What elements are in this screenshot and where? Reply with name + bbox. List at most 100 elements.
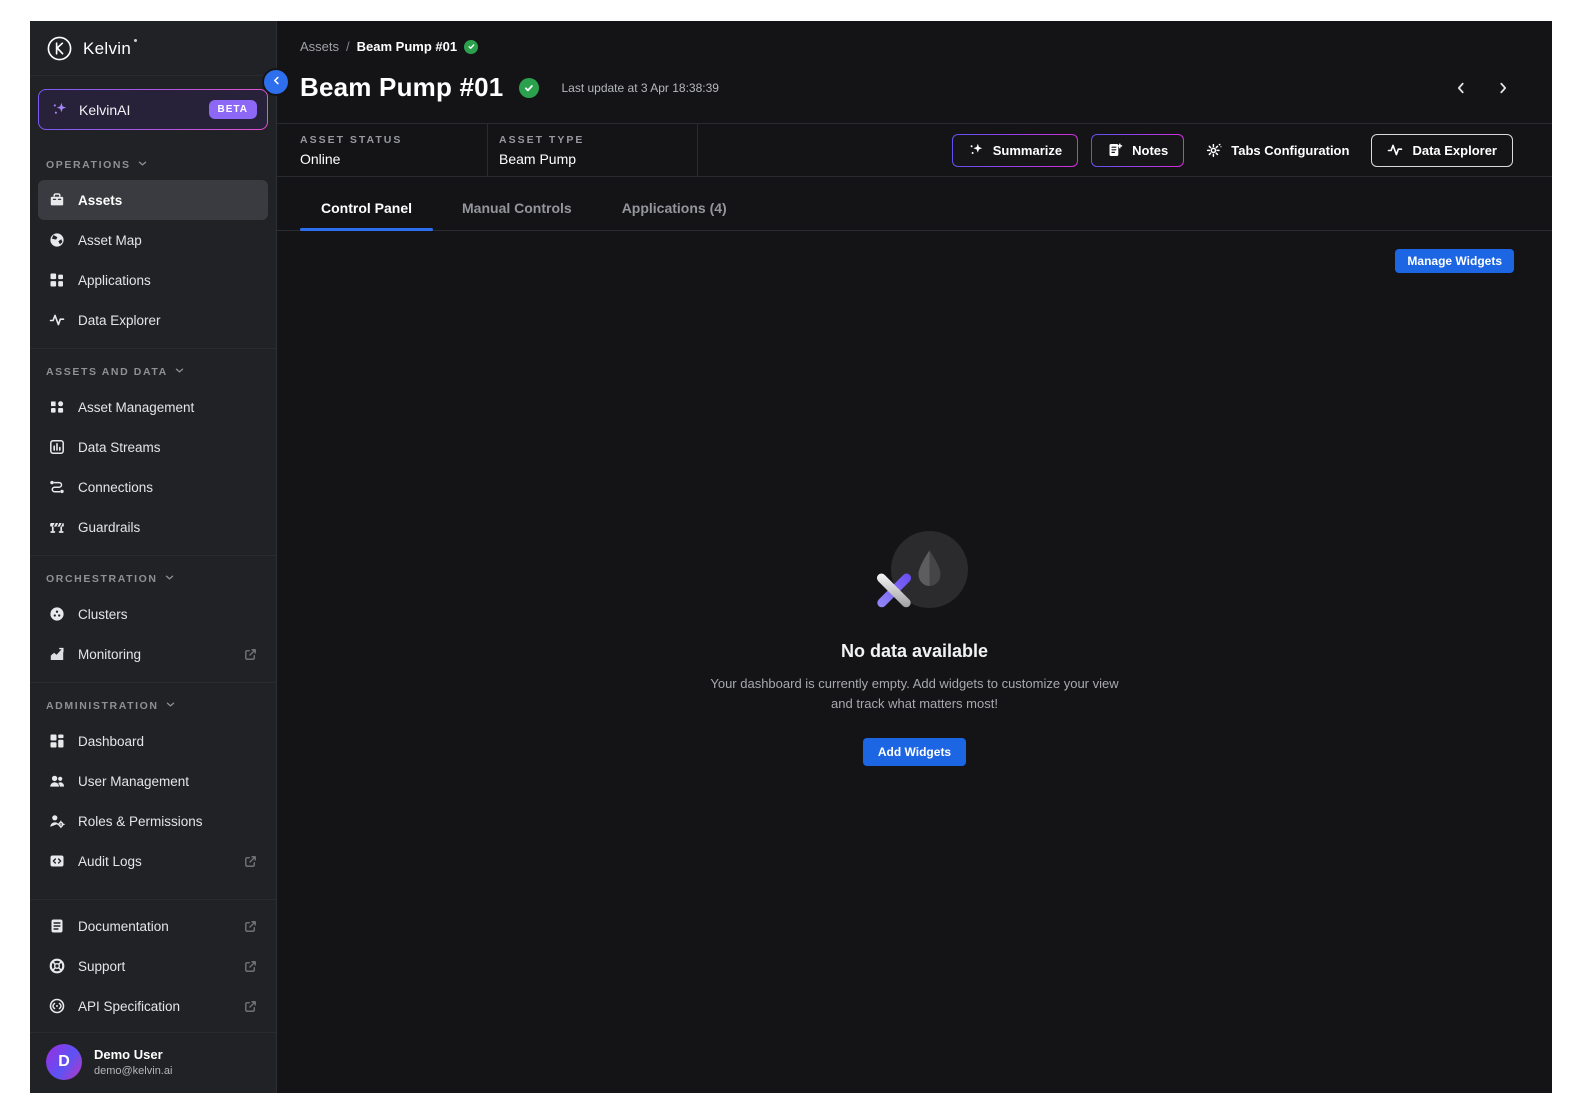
external-link-icon	[243, 959, 258, 974]
sparkle-icon	[51, 101, 68, 118]
add-widgets-button[interactable]: Add Widgets	[863, 738, 966, 766]
breadcrumb-separator: /	[346, 39, 350, 54]
nav-section-label: OPERATIONS	[46, 159, 131, 171]
users-icon	[48, 773, 65, 790]
sidebar: Kelvin KelvinAI BETA OPERATIONS Assets Ass…	[30, 21, 277, 1093]
sidebar-collapse-button[interactable]	[264, 70, 288, 94]
role-gear-icon	[48, 813, 65, 830]
status-field: ASSET STATUSOnline	[277, 124, 488, 176]
tab-content: Manage Widgets No data available	[277, 231, 1552, 1093]
sidebar-item-label: Data Explorer	[78, 313, 258, 328]
sidebar-item-label: Documentation	[78, 919, 230, 934]
asset-pager	[1452, 79, 1512, 97]
globe-icon	[48, 232, 65, 249]
sidebar-item-data-explorer[interactable]: Data Explorer	[38, 300, 268, 340]
dashboard-icon	[48, 733, 65, 750]
sidebar-item-label: KelvinAI	[79, 102, 198, 118]
breadcrumb-assets-link[interactable]: Assets	[300, 39, 339, 54]
summarize-button[interactable]: Summarize	[952, 134, 1078, 167]
brand-logo[interactable]: Kelvin	[30, 21, 276, 76]
nav-section-label: ASSETS AND DATA	[46, 366, 168, 378]
sidebar-item-connections[interactable]: Connections	[38, 467, 268, 507]
monitoring-icon	[48, 646, 65, 663]
empty-state: No data available Your dashboard is curr…	[655, 531, 1175, 766]
kelvin-logo-icon	[46, 35, 73, 62]
external-link-icon	[243, 647, 258, 662]
sidebar-item-label: Support	[78, 959, 230, 974]
sidebar-item-label: API Specification	[78, 999, 230, 1014]
page-header: Beam Pump #01 Last update at 3 Apr 18:38…	[277, 54, 1552, 103]
sidebar-spacer	[30, 889, 276, 899]
sidebar-item-asset-map[interactable]: Asset Map	[38, 220, 268, 260]
apps-icon	[48, 272, 65, 289]
audit-icon	[48, 853, 65, 870]
sidebar-item-assets[interactable]: Assets	[38, 180, 268, 220]
tabs-configuration-button[interactable]: Tabs Configuration	[1197, 134, 1358, 167]
external-link-icon	[243, 854, 258, 869]
page-title: Beam Pump #01	[300, 72, 503, 103]
no-data-icon	[865, 531, 965, 615]
main-area: Assets / Beam Pump #01 Beam Pump #01 Las…	[277, 21, 1552, 1093]
button-label: Tabs Configuration	[1231, 143, 1349, 158]
sidebar-item-clusters[interactable]: Clusters	[38, 594, 268, 634]
sidebar-item-label: Clusters	[78, 607, 258, 622]
previous-asset-button[interactable]	[1452, 79, 1470, 97]
sidebar-footer: Documentation Support API Specification	[30, 899, 276, 1032]
waveform-icon	[1387, 142, 1403, 158]
tab-applications-4-[interactable]: Applications (4)	[601, 191, 748, 230]
guardrails-icon	[48, 519, 65, 536]
nav-section-header[interactable]: ORCHESTRATION	[30, 560, 276, 594]
sidebar-item-monitoring[interactable]: Monitoring	[38, 634, 268, 674]
empty-state-description: Your dashboard is currently empty. Add w…	[655, 674, 1175, 714]
nav-section-header[interactable]: ADMINISTRATION	[30, 687, 276, 721]
chevron-left-icon	[271, 73, 282, 91]
sidebar-item-label: Assets	[78, 193, 258, 208]
sidebar-item-roles-permissions[interactable]: Roles & Permissions	[38, 801, 268, 841]
avatar: D	[46, 1044, 82, 1080]
waveform-icon	[48, 312, 65, 329]
tab-manual-controls[interactable]: Manual Controls	[441, 191, 593, 230]
nav-section: OPERATIONS Assets Asset MapApplications Dat…	[30, 142, 276, 348]
sidebar-item-label: Audit Logs	[78, 854, 230, 869]
external-link-icon	[243, 999, 258, 1014]
user-email: demo@kelvin.ai	[94, 1065, 172, 1077]
sidebar-item-user-management[interactable]: User Management	[38, 761, 268, 801]
sidebar-item-guardrails[interactable]: Guardrails	[38, 507, 268, 547]
notes-button[interactable]: Notes	[1091, 134, 1184, 167]
user-name: Demo User	[94, 1047, 172, 1062]
sidebar-item-kelvinai[interactable]: KelvinAI BETA	[38, 89, 268, 130]
status-fields: ASSET STATUSOnlineASSET TYPEBeam Pump	[277, 124, 698, 176]
sidebar-item-applications[interactable]: Applications	[38, 260, 268, 300]
external-link-icon	[243, 919, 258, 934]
sidebar-item-asset-management[interactable]: Asset Management	[38, 387, 268, 427]
data-streams-icon	[48, 439, 65, 456]
next-asset-button[interactable]	[1494, 79, 1512, 97]
note-icon	[1107, 142, 1123, 158]
gear-icon	[1206, 142, 1222, 158]
sidebar-item-label: Connections	[78, 480, 258, 495]
tab-control-panel[interactable]: Control Panel	[300, 191, 433, 230]
status-field: ASSET TYPEBeam Pump	[488, 124, 698, 176]
beta-badge: BETA	[209, 100, 257, 119]
status-field-value: Beam Pump	[499, 151, 697, 167]
sidebar-item-dashboard[interactable]: Dashboard	[38, 721, 268, 761]
sidebar-item-data-streams[interactable]: Data Streams	[38, 427, 268, 467]
sidebar-item-support[interactable]: Support	[38, 946, 268, 986]
sidebar-item-label: Asset Management	[78, 400, 258, 415]
status-actions: Summarize Notes Tabs Configuration Data Exp…	[952, 124, 1552, 176]
breadcrumb-current: Beam Pump #01	[357, 39, 457, 54]
droplet-icon	[916, 548, 943, 589]
nav-section-header[interactable]: OPERATIONS	[30, 146, 276, 180]
sidebar-item-api-specification[interactable]: API Specification	[38, 986, 268, 1026]
last-update-timestamp: Last update at 3 Apr 18:38:39	[561, 81, 718, 95]
chevron-down-icon	[137, 158, 148, 172]
nav-section-header[interactable]: ASSETS AND DATA	[30, 353, 276, 387]
button-label: Summarize	[993, 143, 1062, 158]
sidebar-item-documentation[interactable]: Documentation	[38, 906, 268, 946]
sidebar-item-audit-logs[interactable]: Audit Logs	[38, 841, 268, 881]
data-explorer-button[interactable]: Data Explorer	[1371, 134, 1513, 167]
user-menu[interactable]: D Demo User demo@kelvin.ai	[30, 1032, 276, 1093]
support-icon	[48, 958, 65, 975]
manage-widgets-button[interactable]: Manage Widgets	[1395, 249, 1514, 273]
empty-state-title: No data available	[655, 641, 1175, 662]
